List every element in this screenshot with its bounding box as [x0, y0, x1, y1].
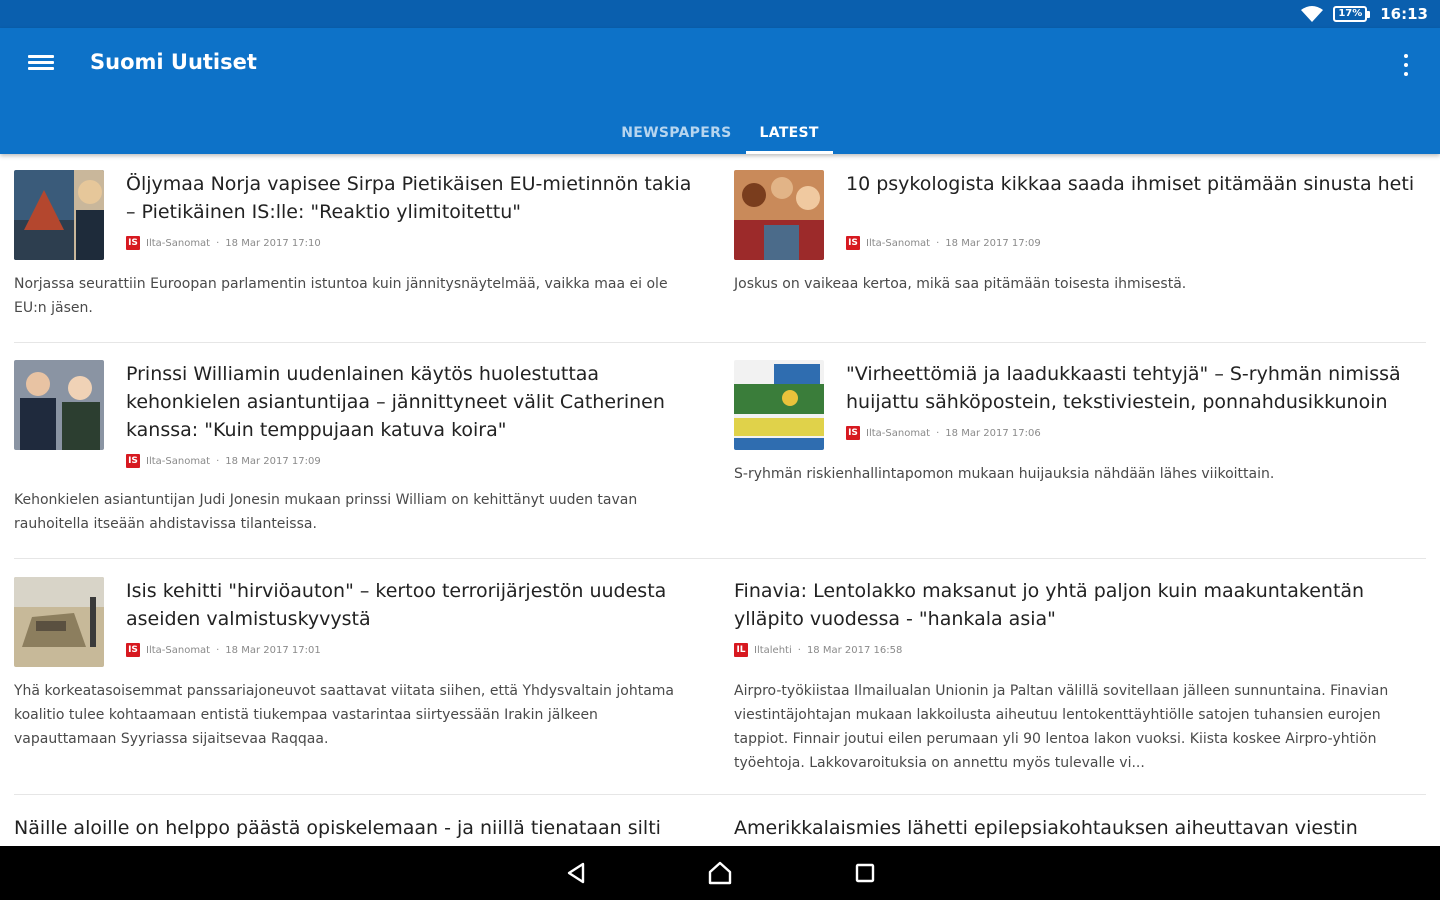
article-thumbnail [14, 170, 104, 260]
article-source: Ilta-Sanomat [146, 237, 211, 249]
article-card[interactable]: Finavia: Lentolakko maksanut jo yhtä pal… [734, 563, 1426, 785]
article-title: Öljymaa Norja vapisee Sirpa Pietikäisen … [126, 173, 692, 223]
home-icon[interactable] [705, 858, 735, 888]
article-title: 10 psykologista kikkaa saada ihmiset pit… [846, 173, 1415, 195]
app-bar: Suomi Uutiset NEWSPAPERS LATEST [0, 28, 1440, 154]
article-meta: IS Ilta-Sanomat · 18 Mar 2017 17:09 [126, 454, 321, 468]
article-card[interactable]: Isis kehitti "hirviöauton" – kertoo terr… [14, 563, 704, 785]
article-date: 18 Mar 2017 17:06 [945, 427, 1041, 439]
source-logo-icon: IS [126, 454, 140, 468]
article-title: Amerikkalaismies lähetti epilepsiakohtau… [734, 817, 1358, 839]
article-summary: Airpro-työkiistaa Ilmailualan Unionin ja… [734, 683, 1389, 771]
article-summary: Norjassa seurattiin Euroopan parlamentin… [14, 276, 668, 316]
article-date: 18 Mar 2017 17:09 [945, 237, 1041, 249]
article-title: Finavia: Lentolakko maksanut jo yhtä pal… [734, 580, 1365, 630]
navigation-bar [0, 846, 1440, 900]
source-logo-icon: IS [846, 236, 860, 250]
article-summary: S-ryhmän riskienhallintapomon mukaan hui… [734, 466, 1275, 482]
article-meta: IS Ilta-Sanomat · 18 Mar 2017 17:10 [126, 236, 321, 250]
article-thumbnail [14, 360, 104, 450]
recent-apps-icon[interactable] [850, 858, 880, 888]
article-date: 18 Mar 2017 17:09 [225, 455, 321, 467]
tab-bar: NEWSPAPERS LATEST [0, 112, 1440, 154]
article-meta: IL Iltalehti · 18 Mar 2017 16:58 [734, 643, 902, 657]
wifi-icon [1301, 6, 1324, 22]
divider [14, 794, 1426, 795]
article-thumbnail [14, 577, 104, 667]
back-icon[interactable] [562, 858, 592, 888]
source-logo-icon: IS [126, 236, 140, 250]
tab-latest[interactable]: LATEST [745, 112, 833, 154]
status-bar: 17% 16:13 [0, 0, 1440, 28]
article-card[interactable]: 10 psykologista kikkaa saada ihmiset pit… [734, 156, 1426, 336]
article-title: "Virheettömiä ja laadukkaasti tehtyjä" –… [846, 363, 1401, 413]
article-thumbnail [734, 170, 824, 260]
hamburger-menu-icon[interactable] [28, 52, 54, 76]
article-date: 18 Mar 2017 17:01 [225, 644, 321, 656]
article-thumbnail [734, 360, 824, 450]
divider [14, 558, 1426, 559]
battery-icon: 17% [1333, 6, 1371, 22]
article-source: Ilta-Sanomat [146, 644, 211, 656]
article-card[interactable]: Öljymaa Norja vapisee Sirpa Pietikäisen … [14, 156, 704, 336]
article-date: 18 Mar 2017 16:58 [806, 644, 903, 656]
tab-newspapers[interactable]: NEWSPAPERS [607, 112, 745, 154]
article-card[interactable]: Näille aloille on helppo päästä opiskele… [14, 800, 704, 846]
article-source: Ilta-Sanomat [866, 237, 931, 249]
app-title: Suomi Uutiset [90, 50, 257, 74]
article-meta: IS Ilta-Sanomat · 18 Mar 2017 17:06 [846, 426, 1041, 440]
clock: 16:13 [1380, 5, 1428, 23]
divider [14, 342, 1426, 343]
article-card[interactable]: Prinssi Williamin uudenlainen käytös huo… [14, 346, 704, 556]
article-summary: Kehonkielen asiantuntijan Judi Jonesin m… [14, 492, 638, 532]
article-feed[interactable]: Öljymaa Norja vapisee Sirpa Pietikäisen … [0, 156, 1440, 846]
article-source: Iltalehti [754, 644, 792, 656]
source-logo-icon: IS [846, 426, 860, 440]
article-date: 18 Mar 2017 17:10 [225, 237, 321, 249]
article-source: Ilta-Sanomat [146, 455, 211, 467]
article-summary: Joskus on vaikeaa kertoa, mikä saa pitäm… [734, 276, 1187, 292]
article-meta: IS Ilta-Sanomat · 18 Mar 2017 17:09 [846, 236, 1041, 250]
article-title: Prinssi Williamin uudenlainen käytös huo… [126, 363, 665, 441]
article-source: Ilta-Sanomat [866, 427, 931, 439]
article-card[interactable]: Amerikkalaismies lähetti epilepsiakohtau… [734, 800, 1426, 846]
article-title: Isis kehitti "hirviöauton" – kertoo terr… [126, 580, 667, 630]
article-summary: Yhä korkeatasoisemmat panssariajoneuvot … [14, 683, 674, 747]
source-logo-icon: IS [126, 643, 140, 657]
more-options-icon[interactable] [1396, 52, 1416, 78]
article-card[interactable]: "Virheettömiä ja laadukkaasti tehtyjä" –… [734, 346, 1426, 556]
article-title: Näille aloille on helppo päästä opiskele… [14, 817, 661, 839]
source-logo-icon: IL [734, 643, 748, 657]
article-meta: IS Ilta-Sanomat · 18 Mar 2017 17:01 [126, 643, 321, 657]
battery-level: 17% [1333, 6, 1368, 22]
